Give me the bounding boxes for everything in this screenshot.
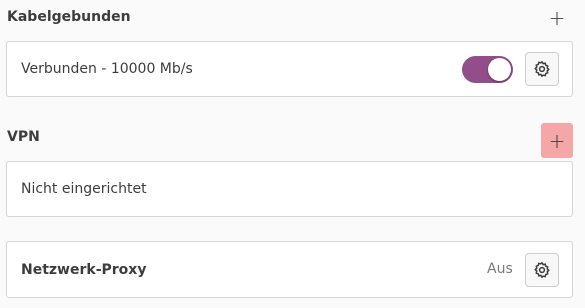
proxy-settings-button[interactable] [525,253,559,287]
vpn-status-label: Nicht eingerichtet [21,181,147,197]
gear-icon [534,261,550,279]
plus-icon: + [548,128,566,153]
wired-section-title: Kabelgebunden [7,9,131,25]
gear-icon [534,60,550,78]
vpn-status-row: Nicht eingerichtet [6,161,573,217]
network-proxy-label: Netzwerk-Proxy [21,261,147,278]
wired-settings-button[interactable] [525,52,559,86]
add-vpn-button[interactable]: + [541,123,573,158]
proxy-status-label: Aus [487,261,513,277]
add-wired-button[interactable]: + [542,3,572,33]
wired-connection-label: Verbunden - 10000 Mb/s [21,61,193,77]
toggle-knob [488,58,511,81]
network-proxy-row[interactable]: Netzwerk-Proxy Aus [6,241,573,298]
plus-icon: + [548,6,566,30]
wired-connection-row: Verbunden - 10000 Mb/s [6,41,573,97]
vpn-section-title: VPN [7,129,40,145]
wired-toggle-switch[interactable] [462,56,513,83]
